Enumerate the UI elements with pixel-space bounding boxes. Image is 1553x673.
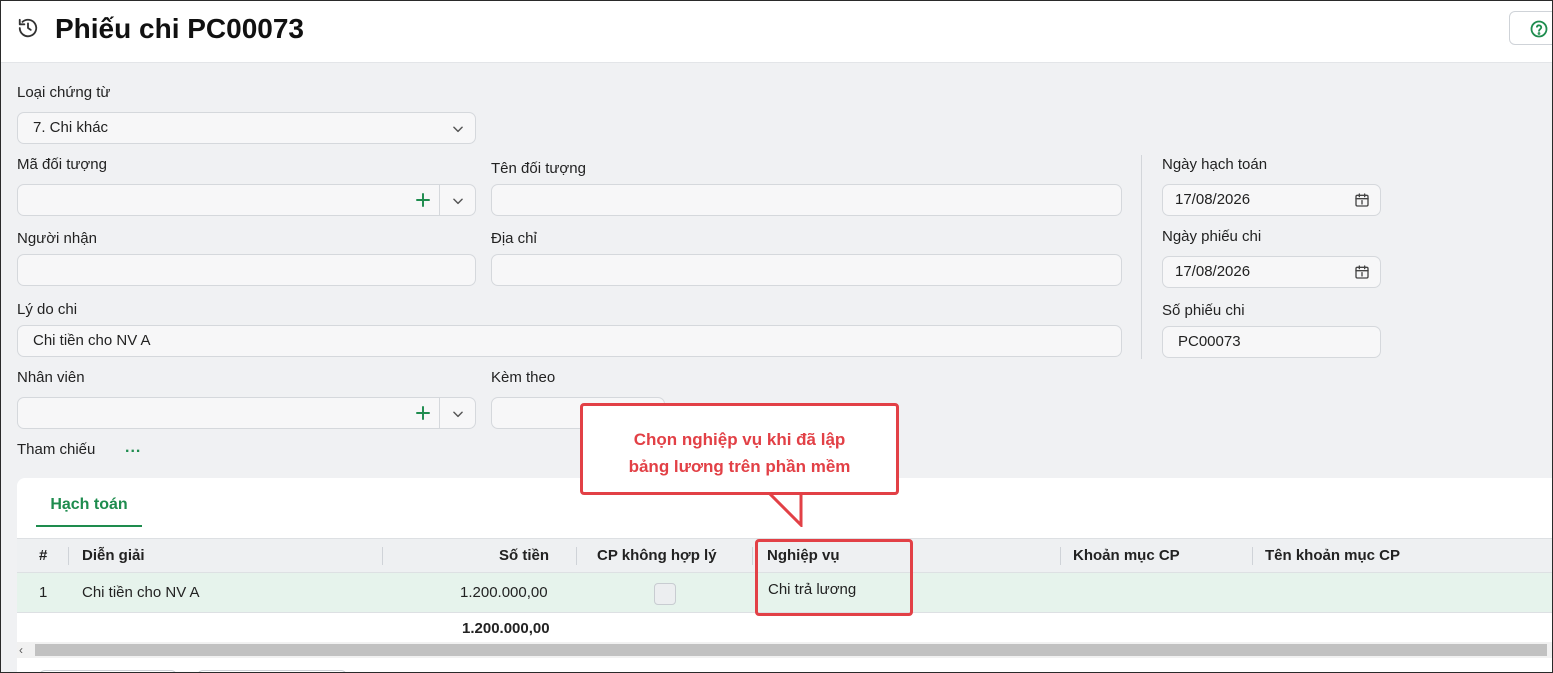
label-ly-do-chi: Lý do chi	[17, 301, 78, 318]
label-nguoi-nhan: Người nhận	[17, 230, 97, 247]
tab-hach-toan[interactable]: Hạch toán	[36, 495, 142, 527]
column-separator[interactable]	[1060, 547, 1061, 565]
label-ten-doi-tuong: Tên đối tượng	[491, 160, 586, 177]
column-header-khoan-muc-cp[interactable]: Khoản mục CP	[1073, 539, 1180, 573]
loai-chung-tu-select[interactable]: 7. Chi khác	[17, 112, 476, 144]
add-icon[interactable]	[414, 191, 432, 209]
column-divider	[1141, 155, 1142, 359]
column-header-ten-khoan-muc-cp[interactable]: Tên khoản mục CP	[1265, 539, 1400, 573]
label-nhan-vien: Nhân viên	[17, 369, 85, 386]
chevron-down-icon	[453, 126, 463, 133]
scroll-left-icon[interactable]: ‹	[19, 643, 23, 657]
ngay-phieu-chi-input[interactable]: 17/08/2026	[1162, 256, 1381, 288]
column-header-dien-giai[interactable]: Diễn giải	[82, 539, 145, 573]
so-phieu-chi-value: PC00073	[1178, 333, 1241, 350]
ly-do-chi-value: Chi tiền cho NV A	[33, 332, 151, 349]
field-divider	[439, 185, 440, 215]
total-so-tien: 1.200.000,00	[462, 620, 550, 637]
loai-chung-tu-value: 7. Chi khác	[33, 119, 109, 136]
column-separator[interactable]	[1252, 547, 1253, 565]
tham-chieu-more-button[interactable]: ...	[125, 439, 141, 457]
voucher-window: Phiếu chi PC00073 Loại chứng từ 7. Chi k…	[0, 0, 1553, 673]
ma-doi-tuong-input[interactable]	[17, 184, 476, 216]
callout-text: Chọn nghiệp vụ khi đã lập bảng lương trê…	[583, 426, 896, 480]
cell-so-tien[interactable]: 1.200.000,00	[460, 573, 548, 613]
cell-index: 1	[39, 584, 48, 601]
field-divider	[439, 398, 440, 428]
chevron-down-icon[interactable]	[451, 194, 465, 208]
page-header: Phiếu chi PC00073	[1, 1, 1552, 63]
ngay-phieu-chi-value: 17/08/2026	[1175, 263, 1251, 280]
cell-dien-giai[interactable]: Chi tiền cho NV A	[82, 573, 200, 613]
ly-do-chi-input[interactable]: Chi tiền cho NV A	[17, 325, 1122, 357]
callout-line-2: bảng lương trên phần mềm	[628, 457, 851, 476]
chevron-down-icon[interactable]	[451, 407, 465, 421]
column-separator[interactable]	[382, 547, 383, 565]
column-separator[interactable]	[576, 547, 577, 565]
horizontal-scrollbar[interactable]: ‹	[17, 642, 1552, 658]
page-title: Phiếu chi PC00073	[55, 13, 305, 44]
callout-tail	[764, 491, 803, 527]
label-ma-doi-tuong: Mã đối tượng	[17, 156, 107, 173]
annotation-highlight-box	[755, 539, 913, 616]
calendar-icon[interactable]	[1354, 264, 1370, 280]
ngay-hach-toan-input[interactable]: 17/08/2026	[1162, 184, 1381, 216]
so-phieu-chi-input[interactable]: PC00073	[1162, 326, 1381, 358]
history-icon[interactable]	[17, 17, 39, 39]
callout-line-1: Chọn nghiệp vụ khi đã lập	[633, 430, 846, 449]
ten-doi-tuong-input[interactable]	[491, 184, 1122, 216]
label-loai-chung-tu: Loại chứng từ	[17, 84, 111, 101]
label-kem-theo: Kèm theo	[491, 369, 556, 386]
help-button[interactable]	[1509, 11, 1552, 45]
label-tham-chieu: Tham chiếu	[17, 441, 96, 458]
column-separator[interactable]	[752, 547, 753, 565]
annotation-callout: Chọn nghiệp vụ khi đã lập bảng lương trê…	[580, 403, 899, 495]
cp-khong-hop-ly-checkbox[interactable]	[654, 583, 676, 605]
help-circle-icon	[1530, 20, 1548, 38]
ngay-hach-toan-value: 17/08/2026	[1175, 191, 1251, 208]
scrollbar-thumb[interactable]	[35, 644, 1547, 656]
label-so-phieu-chi: Số phiếu chi	[1162, 302, 1245, 319]
nguoi-nhan-input[interactable]	[17, 254, 476, 286]
label-ngay-hach-toan: Ngày hạch toán	[1162, 156, 1268, 173]
column-header-cp-khong-hop-ly[interactable]: CP không hợp lý	[597, 539, 717, 573]
add-icon[interactable]	[414, 404, 432, 422]
nhan-vien-input[interactable]	[17, 397, 476, 429]
label-ngay-phieu-chi: Ngày phiếu chi	[1162, 228, 1262, 245]
dia-chi-input[interactable]	[491, 254, 1122, 286]
label-dia-chi: Địa chỉ	[491, 230, 537, 247]
column-separator[interactable]	[68, 547, 69, 565]
column-header-index: #	[39, 547, 48, 564]
calendar-icon[interactable]	[1354, 192, 1370, 208]
column-header-so-tien[interactable]: Số tiền	[499, 539, 549, 573]
table-footer: 1.200.000,00	[17, 614, 1552, 642]
